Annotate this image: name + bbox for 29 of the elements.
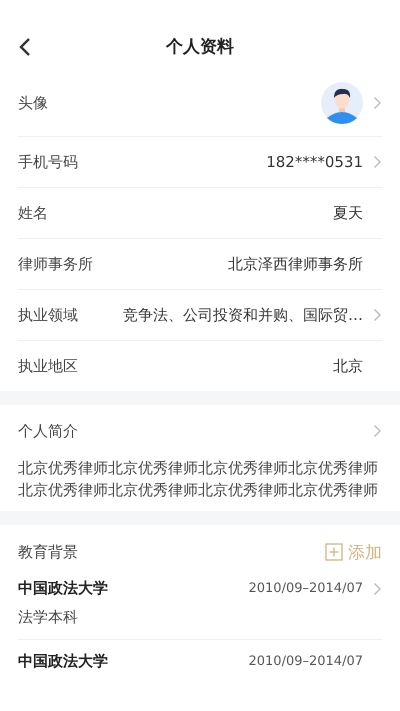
field-label: 头像 — [18, 94, 48, 112]
field-value: 北京泽西律师事务所 — [228, 254, 363, 274]
back-icon — [18, 37, 32, 57]
field-label: 手机号码 — [18, 152, 78, 172]
degree-label: 法学本科 — [18, 608, 79, 627]
plus-icon — [325, 543, 343, 561]
study-period: 2010/09–2014/07 — [248, 654, 363, 669]
study-period: 2010/09–2014/07 — [248, 581, 363, 596]
field-label: 律师事务所 — [18, 254, 93, 274]
section-title: 教育背景 — [18, 542, 78, 562]
avatar-icon — [321, 82, 363, 124]
bio-text: 北京优秀律师北京优秀律师北京优秀律师北京优秀律师北京优秀律师北京优秀律师北京优秀律师北京优秀律师 — [18, 458, 379, 501]
add-button[interactable]: 添加 — [325, 540, 382, 564]
field-value: 竞争法、公司投资和并购、国际贸… — [123, 306, 363, 324]
chevron-icon — [373, 582, 382, 596]
chevron-icon — [373, 96, 382, 110]
chevron-icon — [373, 308, 382, 322]
chevron-icon — [373, 155, 382, 169]
page-title: 个人资料 — [166, 36, 234, 58]
school-name: 中国政法大学 — [18, 652, 108, 671]
section-title: 个人简介 — [18, 422, 78, 440]
field-value: 夏天 — [333, 204, 363, 222]
field-value: 北京 — [333, 356, 363, 376]
field-label: 姓名 — [18, 204, 48, 222]
chevron-icon — [373, 424, 382, 438]
field-value: 182****0531 — [266, 153, 363, 171]
field-label: 执业地区 — [18, 356, 78, 376]
school-name: 中国政法大学 — [18, 579, 108, 598]
field-label: 执业领域 — [18, 306, 78, 324]
